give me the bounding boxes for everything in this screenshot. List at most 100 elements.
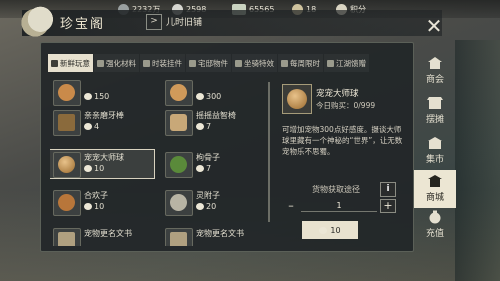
item-cell[interactable]: 300: [162, 78, 266, 106]
tab-label: 坐骑特效: [244, 58, 274, 68]
item-cell[interactable]: 合欢子 10: [50, 188, 154, 216]
item-cell-selected[interactable]: 宠宠大师球 10: [50, 149, 155, 179]
berries-icon: [170, 156, 187, 173]
price-value: 7: [206, 164, 212, 173]
scroll-document-icon: [58, 232, 75, 246]
quantity-stepper: – 1 +: [284, 199, 396, 213]
tab-label: 每周限时: [290, 58, 320, 68]
market-icon: [428, 137, 442, 149]
seeds-icon: [58, 194, 75, 211]
item-price: 10: [84, 164, 104, 173]
breadcrumb-arrow-icon[interactable]: >: [146, 14, 162, 30]
coin-icon: [84, 203, 92, 210]
background-pillar: [455, 40, 500, 281]
tab-icon: [189, 59, 196, 67]
item-thumb: [53, 152, 81, 178]
item-price: 150: [84, 92, 109, 101]
pet-toy-icon: [170, 84, 187, 101]
item-cell[interactable]: 灵附子 20: [162, 188, 266, 216]
tab-icon: [97, 59, 104, 67]
nav-label: 摆摊: [425, 115, 444, 125]
nav-item-mall[interactable]: 商城: [414, 170, 456, 208]
info-icon[interactable]: i: [380, 182, 396, 197]
price-value: 150: [94, 92, 110, 101]
item-price: 20: [196, 202, 216, 211]
price-value: 300: [206, 92, 222, 101]
item-cell[interactable]: 150: [50, 78, 154, 106]
coin-icon: [196, 123, 204, 130]
item-price: 7: [196, 122, 211, 131]
window-title: 珍宝阁: [60, 17, 106, 32]
tab-gifts[interactable]: 江湖馈赠: [324, 54, 369, 72]
item-cell[interactable]: 亲亲磨牙棒 4: [50, 108, 154, 136]
pet-toy-icon: [58, 84, 75, 101]
nav-item-stall[interactable]: 摆摊: [414, 92, 456, 130]
item-thumb: [165, 190, 193, 216]
tab-weekly[interactable]: 每周限时: [278, 54, 323, 72]
item-cell[interactable]: 摇摇益智椅 7: [162, 108, 266, 136]
item-thumb: [165, 228, 193, 246]
price-value: 20: [206, 202, 217, 211]
tab-label: 时装挂件: [152, 58, 182, 68]
nav-item-guild[interactable]: 商会: [414, 52, 456, 90]
increase-button[interactable]: +: [380, 199, 396, 213]
coin-icon: [196, 203, 204, 210]
item-cell[interactable]: 宠物更名文书: [162, 226, 266, 246]
nav-label: 集市: [425, 155, 444, 165]
item-name: 灵附子: [196, 191, 220, 200]
item-cell[interactable]: 宠物更名文书: [50, 226, 154, 246]
detail-item-thumb: [282, 84, 312, 114]
mall-icon: [428, 175, 442, 187]
tab-label: 强化材料: [106, 58, 136, 68]
building-icon: [428, 57, 442, 69]
item-name: 合欢子: [84, 191, 108, 200]
tab-icon: [143, 59, 150, 67]
tab-fashion[interactable]: 时装挂件: [140, 54, 185, 72]
item-thumb: [53, 190, 81, 216]
tab-icon: [327, 59, 334, 67]
nav-label: 充值: [425, 229, 444, 239]
breadcrumb[interactable]: 儿时旧铺: [166, 15, 202, 28]
money-bag-icon: [429, 210, 441, 224]
item-thumb: [165, 110, 193, 136]
item-cell[interactable]: 枸骨子 7: [162, 150, 266, 178]
tab-label: 江湖馈赠: [336, 58, 366, 68]
coin-icon: [84, 165, 92, 172]
coin-icon: [196, 93, 204, 100]
buy-price: 10: [330, 225, 341, 235]
tab-icon: [281, 59, 288, 67]
tab-novelty[interactable]: 新鲜玩意: [48, 54, 93, 72]
item-name: 亲亲磨牙棒: [84, 111, 124, 120]
decrease-button[interactable]: –: [284, 200, 298, 212]
chew-stick-icon: [58, 114, 75, 131]
grid-scrollbar[interactable]: [268, 82, 270, 222]
master-ball-icon: [287, 89, 307, 109]
item-name: 摇摇益智椅: [196, 111, 236, 120]
tab-enhance-materials[interactable]: 强化材料: [94, 54, 139, 72]
tab-label: 新鲜玩意: [60, 58, 90, 68]
coin-icon: [319, 226, 328, 234]
nav-item-recharge[interactable]: 充值: [414, 206, 456, 244]
moon-emblem-icon: [20, 4, 54, 38]
item-price: 7: [196, 164, 211, 173]
item-thumb: [53, 80, 81, 106]
tab-icon: [235, 59, 242, 67]
close-button[interactable]: ✕: [424, 16, 444, 36]
tab-icon: [51, 59, 58, 67]
nav-item-market[interactable]: 集市: [414, 132, 456, 170]
buy-button[interactable]: 10: [302, 221, 358, 239]
quantity-input[interactable]: 1: [301, 201, 377, 212]
item-price: 10: [84, 202, 104, 211]
price-value: 10: [94, 202, 105, 211]
price-value: 4: [94, 122, 100, 131]
tab-mount-effects[interactable]: 坐骑特效: [232, 54, 277, 72]
stall-icon: [427, 97, 443, 109]
master-ball-icon: [58, 156, 75, 173]
nav-label: 商会: [425, 75, 444, 85]
tab-mansion[interactable]: 宅邸物件: [186, 54, 231, 72]
item-name: 宠物更名文书: [84, 229, 132, 238]
item-name: 枸骨子: [196, 153, 220, 162]
coin-icon: [196, 165, 204, 172]
item-thumb: [165, 152, 193, 178]
detail-item-name: 宠宠大师球: [316, 89, 359, 99]
